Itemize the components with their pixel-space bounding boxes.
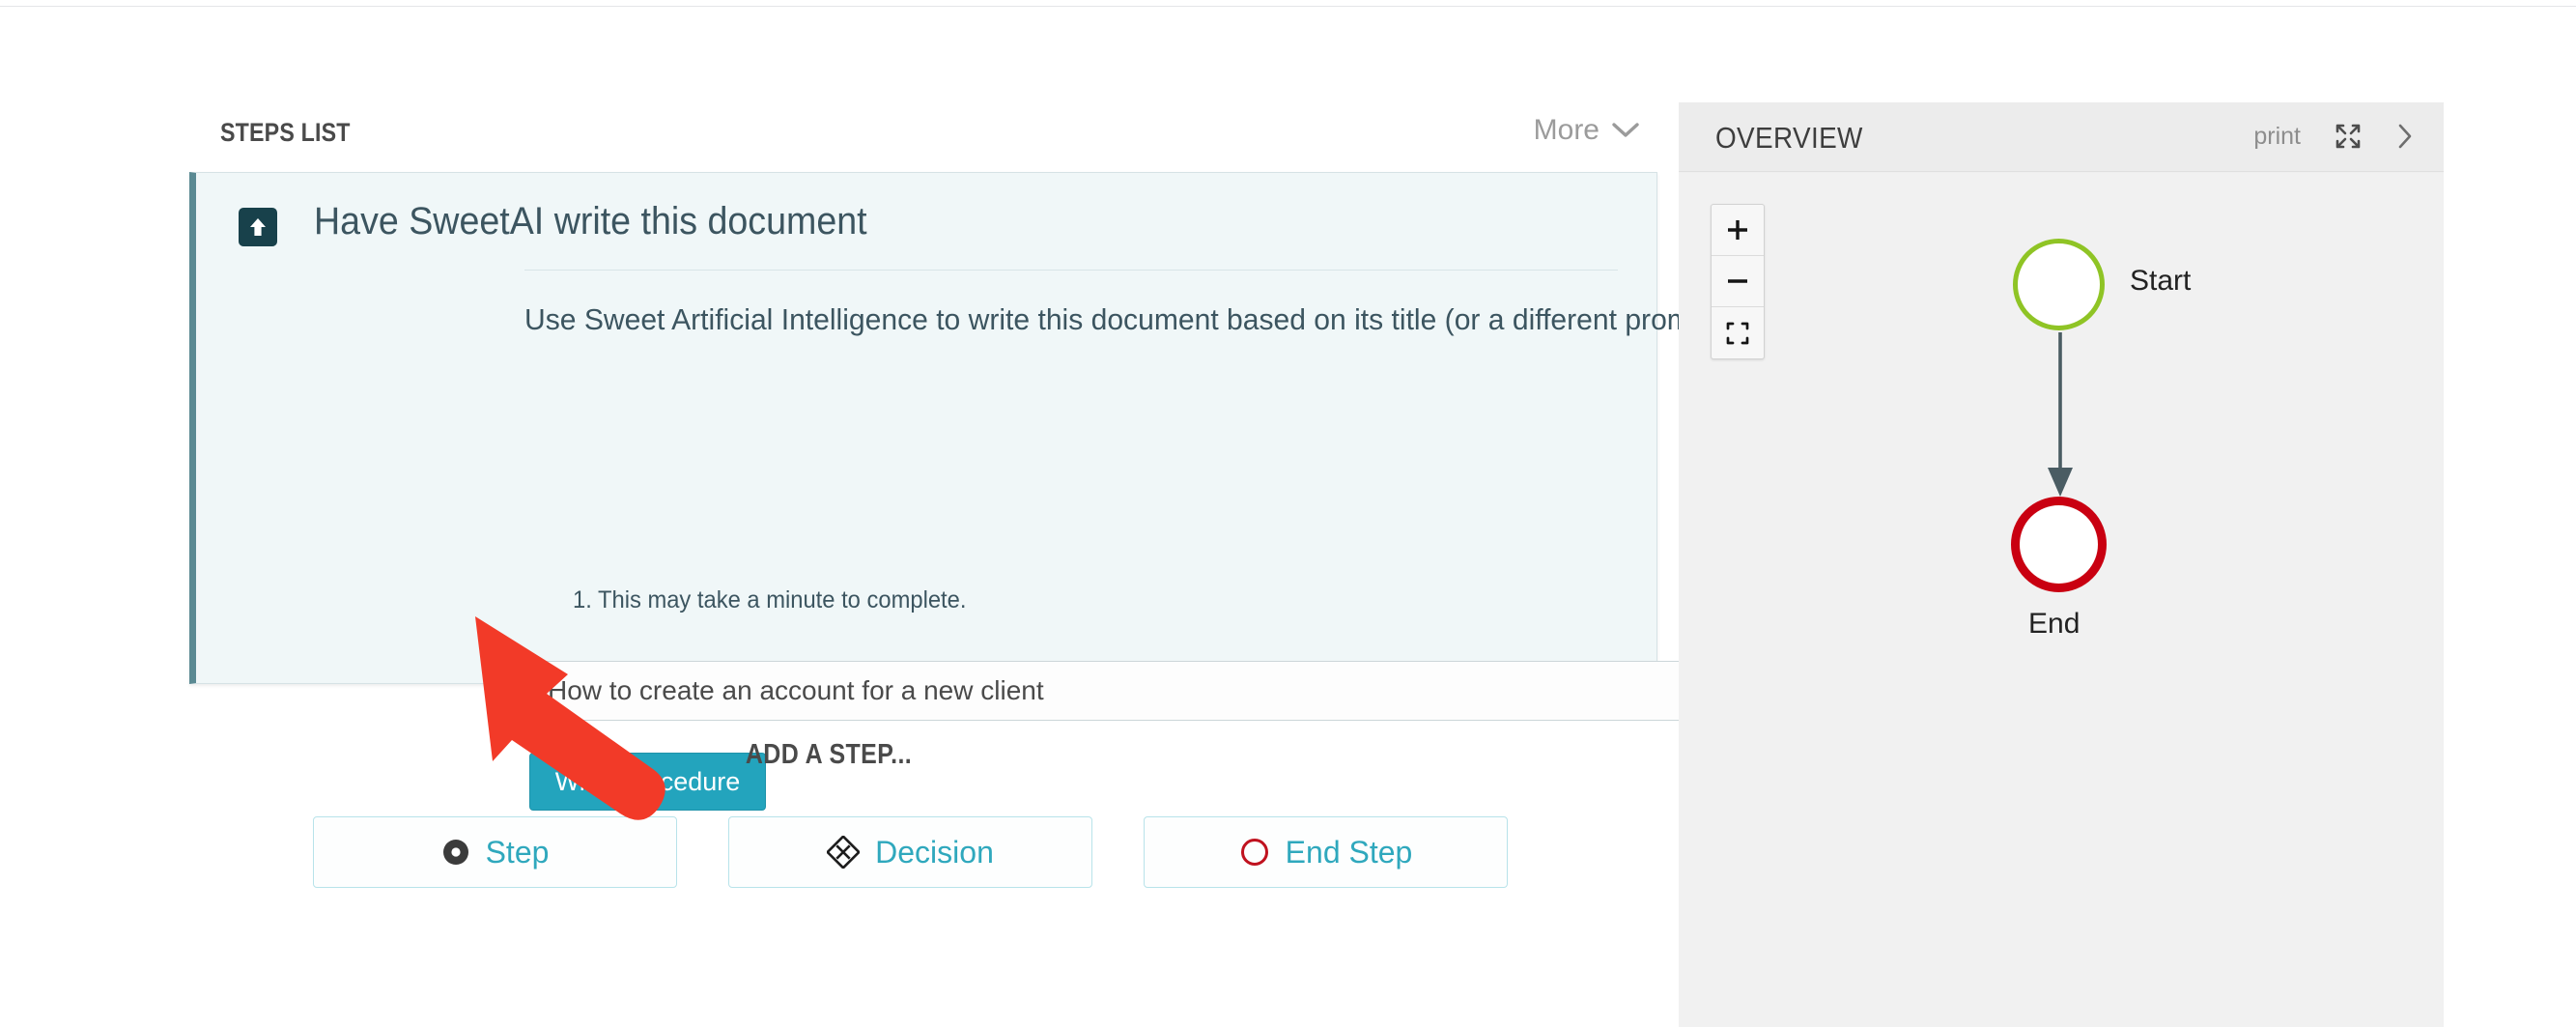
- zoom-out-icon: [1728, 279, 1747, 283]
- flow-node-start[interactable]: [2013, 239, 2105, 330]
- add-end-step-button[interactable]: End Step: [1144, 816, 1508, 888]
- step-note-item: 1. This may take a minute to complete.: [573, 586, 967, 613]
- step-card-header: Have SweetAI write this document: [239, 200, 1614, 262]
- red-circle-outline-icon: [1239, 837, 1270, 868]
- add-end-step-label: End Step: [1285, 834, 1413, 870]
- chevron-down-icon: [1611, 122, 1640, 139]
- step-title-divider: [524, 270, 1618, 271]
- app-page: STEPS LIST More Have SweetAI write this: [0, 0, 2576, 1027]
- step-title: Have SweetAI write this document: [314, 200, 867, 242]
- overview-header-actions: print: [2253, 122, 2415, 151]
- write-procedure-button[interactable]: Write procedure: [529, 753, 766, 811]
- flow-node-end-label: End: [2028, 608, 2081, 640]
- add-step-label: Step: [485, 834, 550, 870]
- chevron-right-icon[interactable]: [2395, 122, 2415, 151]
- steps-list-header: STEPS LIST More: [220, 114, 1640, 153]
- more-label: More: [1533, 114, 1599, 146]
- overview-panel: OVERVIEW print Start End: [1679, 102, 2444, 1027]
- prompt-input[interactable]: [529, 661, 1824, 721]
- expand-fullscreen-icon[interactable]: [2334, 122, 2363, 151]
- flow-edge-start-to-end: [2038, 330, 2082, 509]
- filled-circle-icon: [441, 838, 470, 867]
- add-decision-label: Decision: [875, 834, 994, 870]
- add-decision-button[interactable]: Decision: [728, 816, 1092, 888]
- zoom-in-icon: [1728, 220, 1747, 240]
- flow-node-start-label: Start: [2130, 265, 2192, 297]
- diamond-decision-icon: [827, 836, 861, 869]
- more-dropdown-button[interactable]: More: [1534, 114, 1640, 147]
- zoom-out-button[interactable]: [1712, 256, 1764, 307]
- flow-node-end[interactable]: [2011, 497, 2107, 592]
- fit-to-screen-button[interactable]: [1712, 307, 1764, 358]
- print-button[interactable]: print: [2253, 123, 2301, 151]
- steps-list-column: STEPS LIST More Have SweetAI write this: [0, 0, 1824, 1027]
- add-step-button-row: Step Decision End Step: [313, 816, 1508, 888]
- step-description: Use Sweet Artificial Intelligence to wri…: [524, 302, 1734, 336]
- add-step-button[interactable]: Step: [313, 816, 677, 888]
- zoom-controls: [1711, 204, 1765, 359]
- add-a-step-label: ADD A STEP...: [745, 739, 913, 770]
- steps-list-title: STEPS LIST: [220, 118, 351, 147]
- overview-title: OVERVIEW: [1715, 121, 1863, 155]
- step-card[interactable]: Have SweetAI write this document Use Swe…: [189, 172, 1824, 811]
- arrow-up-box-icon: [239, 208, 277, 246]
- overview-canvas[interactable]: Start End: [1679, 173, 2444, 1027]
- zoom-in-button[interactable]: [1712, 205, 1764, 256]
- overview-header: OVERVIEW print: [1679, 102, 2444, 172]
- fit-to-screen-icon: [1726, 322, 1749, 344]
